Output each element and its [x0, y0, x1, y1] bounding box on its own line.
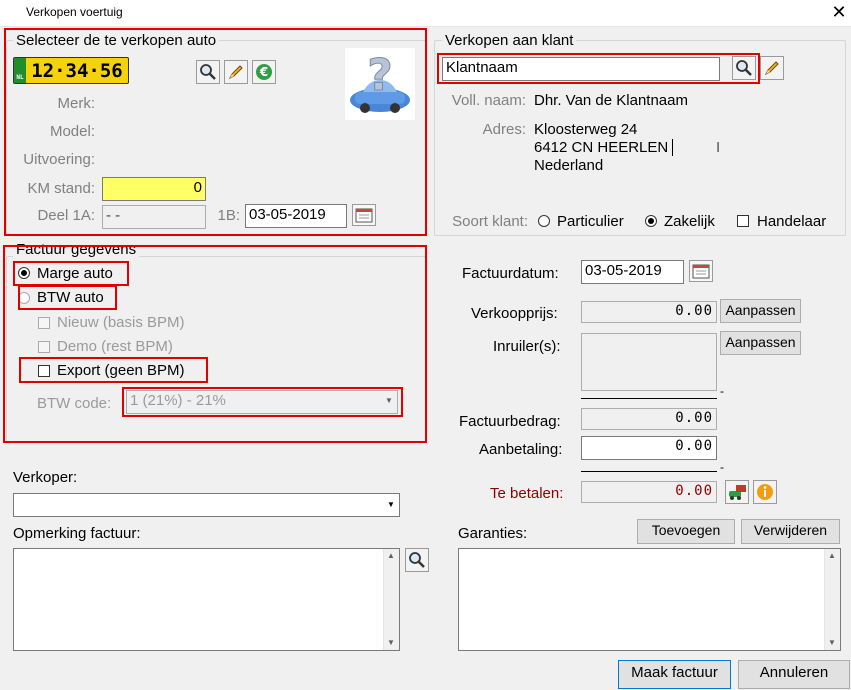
- verwijderen-button[interactable]: Verwijderen: [741, 519, 840, 544]
- opmerking-search-button[interactable]: [405, 548, 429, 572]
- chevron-down-icon: ▼: [387, 500, 395, 509]
- te-betalen-label: Te betalen:: [490, 485, 564, 502]
- inruiler-dash: -: [720, 384, 724, 398]
- te-betalen-input: 0.00: [581, 481, 717, 503]
- garanties-list[interactable]: [458, 548, 841, 651]
- customer-edit-button[interactable]: [760, 56, 784, 80]
- garanties-label: Garanties:: [458, 525, 528, 542]
- separator-1: [581, 398, 717, 399]
- maak-factuur-button[interactable]: Maak factuur: [618, 660, 731, 689]
- aanbetaling-label: Aanbetaling:: [479, 441, 563, 458]
- close-icon[interactable]: ✕: [828, 1, 850, 23]
- opmerking-scrollbar[interactable]: [383, 549, 399, 650]
- aanbetaling-dash: -: [720, 460, 724, 474]
- full-name-value: Dhr. Van de Klantnaam: [534, 92, 688, 109]
- magnifier-icon: [409, 552, 425, 568]
- factuurdatum-input[interactable]: 03-05-2019: [581, 260, 684, 284]
- address-label: Adres:: [482, 121, 526, 138]
- full-name-label: Voll. naam:: [451, 92, 526, 109]
- opmerking-textarea[interactable]: [13, 548, 400, 651]
- radio-particulier[interactable]: [538, 215, 550, 227]
- ibeam-cursor-icon: I: [716, 139, 721, 156]
- title-bar: [0, 0, 851, 27]
- calendar-button-factuur[interactable]: [689, 260, 713, 282]
- radio-zakelijk[interactable]: [645, 215, 657, 227]
- inruiler-label: Inruiler(s):: [493, 338, 561, 355]
- radio-zakelijk-label[interactable]: Zakelijk: [664, 213, 715, 230]
- checkbox-handelaar-label[interactable]: Handelaar: [757, 213, 826, 230]
- checkbox-handelaar[interactable]: [737, 215, 749, 227]
- opmerking-label: Opmerking factuur:: [13, 525, 141, 542]
- scroll-down-icon[interactable]: ▼: [825, 638, 839, 647]
- text-cursor-icon: [672, 139, 673, 156]
- scroll-down-icon[interactable]: ▼: [384, 638, 398, 647]
- address-line-1: Kloosterweg 24: [534, 121, 638, 138]
- aanbetaling-input[interactable]: 0.00: [581, 436, 717, 460]
- calendar-icon: [692, 264, 710, 279]
- separator-2: [581, 471, 717, 472]
- verkoopprijs-label: Verkoopprijs:: [471, 305, 558, 322]
- vehicle-highlight: [4, 28, 427, 236]
- customer-group-legend: Verkopen aan klant: [442, 32, 577, 49]
- pencil-icon: [764, 61, 779, 76]
- scroll-up-icon[interactable]: ▲: [384, 551, 398, 560]
- factuurdatum-label: Factuurdatum:: [462, 265, 559, 282]
- radio-particulier-label[interactable]: Particulier: [557, 213, 624, 230]
- verkoper-select[interactable]: [13, 493, 400, 517]
- invoice-highlight: [3, 245, 427, 443]
- info-button[interactable]: [753, 480, 777, 504]
- address-line-3: Nederland: [534, 157, 604, 174]
- scroll-up-icon[interactable]: ▲: [825, 551, 839, 560]
- customer-type-label: Soort klant:: [452, 213, 528, 230]
- customer-search-highlight: [437, 53, 760, 84]
- verkoopprijs-input: 0.00: [581, 301, 717, 323]
- window-title: Verkopen voertuig: [26, 5, 123, 19]
- aanpassen-inruiler-button[interactable]: Aanpassen: [720, 331, 801, 355]
- address-line-2: 6412 CN HEERLEN: [534, 139, 669, 156]
- inruiler-list: [581, 333, 717, 391]
- factuurbedrag-input: 0.00: [581, 408, 717, 430]
- info-icon: [757, 484, 773, 500]
- car-money-icon: [729, 485, 746, 500]
- verkoper-label: Verkoper:: [13, 469, 78, 486]
- aanpassen-verkoopprijs-button[interactable]: Aanpassen: [720, 299, 801, 323]
- annuleren-button[interactable]: Annuleren: [738, 660, 850, 689]
- garanties-scrollbar[interactable]: [824, 549, 840, 650]
- factuurbedrag-label: Factuurbedrag:: [459, 413, 561, 430]
- toevoegen-button[interactable]: Toevoegen: [637, 519, 735, 544]
- payment-button[interactable]: [725, 480, 749, 504]
